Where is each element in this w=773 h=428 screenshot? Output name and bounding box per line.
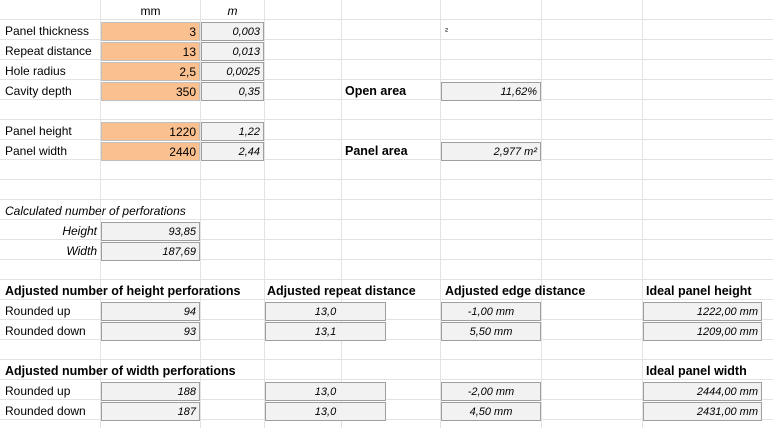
value-width-up-repeat: 13,0: [265, 382, 386, 401]
value-width-up-count: 188: [101, 382, 200, 401]
input-panel-height-mm[interactable]: 1220: [101, 122, 200, 141]
column-divider: [541, 0, 542, 428]
label-width-rounded-up: Rounded up: [5, 384, 71, 398]
value-width-down-edge: 4,50 mm: [441, 402, 541, 421]
label-panel-area: Panel area: [345, 144, 408, 158]
input-hole-radius-mm[interactable]: 2,5: [101, 62, 200, 81]
header-m: m: [227, 4, 238, 18]
height-section-title: Adjusted number of height perforations: [5, 284, 241, 298]
label-panel-width: Panel width: [5, 144, 68, 158]
label-perf-width: Width: [66, 244, 97, 258]
edge-distance-header: Adjusted edge distance: [445, 284, 586, 298]
value-width-up-ideal: 2444,00 mm: [643, 382, 762, 401]
value-panel-area: 2,977 m²: [441, 142, 541, 161]
value-open-area: 11,62%: [441, 82, 541, 101]
column-divider: [264, 0, 265, 428]
label-panel-thickness: Panel thickness: [5, 24, 90, 38]
ideal-width-header: Ideal panel width: [646, 364, 747, 378]
label-width-rounded-down: Rounded down: [5, 404, 86, 418]
value-hole-radius-m: 0,0025: [201, 62, 264, 81]
perforations-title: Calculated number of perforations: [5, 204, 186, 218]
value-perf-width: 187,69: [101, 242, 200, 261]
label-height-rounded-up: Rounded up: [5, 304, 71, 318]
value-height-down-repeat: 13,1: [265, 322, 386, 341]
column-divider: [440, 0, 441, 428]
label-hole-radius: Hole radius: [5, 64, 66, 78]
label-cavity-depth: Cavity depth: [5, 84, 72, 98]
input-repeat-distance-mm[interactable]: 13: [101, 42, 200, 61]
ideal-height-header: Ideal panel height: [646, 284, 752, 298]
width-section-title: Adjusted number of width perforations: [5, 364, 236, 378]
value-width-up-edge: -2,00 mm: [441, 382, 541, 401]
column-divider: [341, 0, 342, 428]
value-panel-height-m: 1,22: [201, 122, 264, 141]
value-perf-height: 93,85: [101, 222, 200, 241]
value-repeat-distance-m: 0,013: [201, 42, 264, 61]
value-height-down-ideal: 1209,00 mm: [643, 322, 762, 341]
input-panel-width-mm[interactable]: 2440: [101, 142, 200, 161]
value-width-down-count: 187: [101, 402, 200, 421]
label-repeat-distance: Repeat distance: [5, 44, 92, 58]
value-height-up-count: 94: [101, 302, 200, 321]
value-width-down-repeat: 13,0: [265, 402, 386, 421]
value-height-down-edge: 5,50 mm: [441, 322, 541, 341]
spreadsheet-grid: mm m Panel thickness 3 0,003 Repeat dist…: [0, 0, 773, 428]
input-cavity-depth-mm[interactable]: 350: [101, 82, 200, 101]
repeat-distance-header: Adjusted repeat distance: [267, 284, 416, 298]
label-open-area: Open area: [345, 84, 407, 98]
label-panel-height: Panel height: [5, 124, 72, 138]
header-mm: mm: [140, 4, 161, 18]
stray-superscript: ²: [445, 26, 448, 36]
value-height-up-repeat: 13,0: [265, 302, 386, 321]
value-cavity-depth-m: 0,35: [201, 82, 264, 101]
input-panel-thickness-mm[interactable]: 3: [101, 22, 200, 41]
value-panel-thickness-m: 0,003: [201, 22, 264, 41]
value-height-up-ideal: 1222,00 mm: [643, 302, 762, 321]
label-height-rounded-down: Rounded down: [5, 324, 86, 338]
value-height-down-count: 93: [101, 322, 200, 341]
value-height-up-edge: -1,00 mm: [441, 302, 541, 321]
value-width-down-ideal: 2431,00 mm: [643, 402, 762, 421]
value-panel-width-m: 2,44: [201, 142, 264, 161]
label-perf-height: Height: [62, 224, 97, 238]
